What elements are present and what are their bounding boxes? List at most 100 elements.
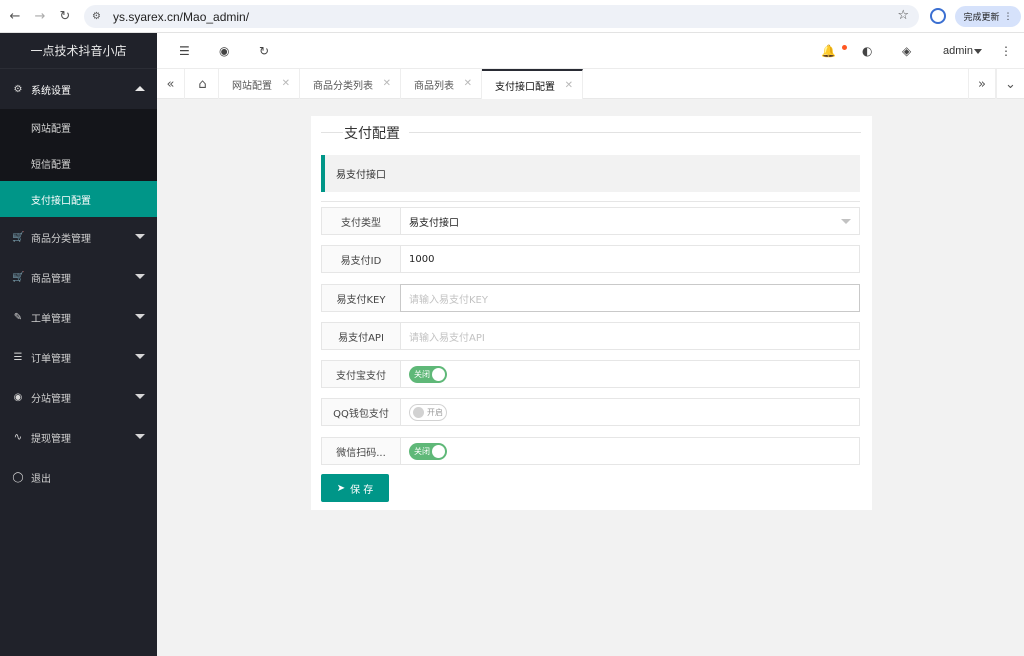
tab-category-list[interactable]: 商品分类列表 ✕ xyxy=(300,69,401,99)
top-header: ☰ ◉ ↻ 🔔 ◐ ◈ admin ⋮ xyxy=(157,33,1024,69)
globe-icon: ◉ xyxy=(13,391,23,403)
chevron-down-icon xyxy=(135,274,145,279)
sidebar-item-label: 商品分类管理 xyxy=(31,233,91,245)
tab-site-config[interactable]: 网站配置 ✕ xyxy=(219,69,300,99)
tab-label: 商品列表 xyxy=(414,80,454,92)
field-label: 微信扫码... xyxy=(321,437,401,465)
globe-icon[interactable]: ◉ xyxy=(219,44,229,58)
field-label: 易支付KEY xyxy=(321,284,401,312)
sidebar-item-withdraw[interactable]: ∿ 提现管理 xyxy=(0,417,157,457)
pay-id-input[interactable]: 1000 xyxy=(400,245,860,273)
wxpay-field: 关闭 xyxy=(400,437,860,465)
sidebar-item-label: 订单管理 xyxy=(31,353,71,365)
sidebar-subitem-site-config[interactable]: 网站配置 xyxy=(0,109,157,145)
tab-label: 网站配置 xyxy=(232,80,272,92)
tabs-scroll-right-icon[interactable]: » xyxy=(968,69,996,99)
more-vert-icon: ⋮ xyxy=(1003,11,1013,22)
bell-icon[interactable]: 🔔 xyxy=(821,44,836,58)
home-icon[interactable]: ⌂ xyxy=(187,69,219,99)
form-row-pay-type: 支付类型 易支付接口 xyxy=(321,207,860,235)
theme-palette-icon[interactable]: ◐ xyxy=(862,44,872,58)
forward-icon[interactable]: → xyxy=(30,6,50,26)
refresh-icon[interactable]: ↻ xyxy=(259,44,269,58)
bookmark-star-icon[interactable]: ☆ xyxy=(897,8,909,23)
save-button-label: 保 存 xyxy=(350,484,374,496)
url-text[interactable]: ys.syarex.cn/Mao_admin/ xyxy=(113,10,249,24)
field-label: QQ钱包支付 xyxy=(321,398,401,426)
tabs-scroll-left-icon[interactable]: « xyxy=(157,69,185,99)
cart-icon: 🛒 xyxy=(12,271,25,283)
sidebar-subitem-payment-config[interactable]: 支付接口配置 xyxy=(0,181,157,217)
save-button[interactable]: ➤ 保 存 xyxy=(321,474,389,502)
field-label: 支付宝支付 xyxy=(321,360,401,388)
back-icon[interactable]: ← xyxy=(5,6,25,26)
sidebar-item-tickets[interactable]: ✎ 工单管理 xyxy=(0,297,157,337)
gear-icon: ⚙ xyxy=(13,83,23,95)
wxpay-toggle[interactable]: 关闭 xyxy=(409,442,447,460)
tabs-menu-chevron-icon[interactable]: ⌄ xyxy=(996,69,1024,99)
shield-icon: ◯ xyxy=(12,471,24,483)
input-placeholder: 请输入易支付API xyxy=(409,332,485,344)
more-vert-icon[interactable]: ⋮ xyxy=(1000,44,1012,58)
divider xyxy=(321,201,860,202)
alipay-field: 关闭 xyxy=(400,360,860,388)
chevron-up-icon xyxy=(135,86,145,91)
tab-goods-list[interactable]: 商品列表 ✕ xyxy=(401,69,482,99)
legend-divider xyxy=(321,132,343,133)
chevron-down-icon xyxy=(135,234,145,239)
close-icon[interactable]: ✕ xyxy=(383,78,391,89)
form-row-qqpay: QQ钱包支付 开启 xyxy=(321,398,860,426)
sidebar-item-category[interactable]: 🛒 商品分类管理 xyxy=(0,217,157,257)
pay-key-input[interactable]: 请输入易支付KEY xyxy=(400,284,860,312)
tag-icon[interactable]: ◈ xyxy=(902,44,911,58)
address-bar[interactable]: ⚙ ys.syarex.cn/Mao_admin/ ☆ xyxy=(84,5,919,28)
chevron-down-icon xyxy=(135,314,145,319)
logo[interactable]: 一点技术抖音小店 xyxy=(0,33,157,69)
field-label: 易支付API xyxy=(321,322,401,350)
toggle-knob xyxy=(432,367,445,381)
sidebar-subitem-sms-config[interactable]: 短信配置 xyxy=(0,145,157,181)
reload-icon[interactable]: ↻ xyxy=(55,6,75,26)
caret-down-icon[interactable] xyxy=(974,49,982,54)
toggle-knob xyxy=(432,444,445,458)
tab-bar: « ⌂ 网站配置 ✕ 商品分类列表 ✕ 商品列表 ✕ 支付接口配置 ✕ » ⌄ xyxy=(157,69,1024,99)
payment-config-card: 支付配置 易支付接口 支付类型 易支付接口 易支付ID 1000 易支付KEY … xyxy=(311,116,872,510)
sidebar-item-orders[interactable]: ☰ 订单管理 xyxy=(0,337,157,377)
update-button-label: 完成更新 xyxy=(963,13,1000,23)
form-row-pay-id: 易支付ID 1000 xyxy=(321,245,860,273)
pay-type-select[interactable]: 易支付接口 xyxy=(400,207,860,235)
update-button[interactable]: 完成更新 ⋮ xyxy=(955,6,1021,27)
sidebar: 一点技术抖音小店 ⚙ 系统设置 网站配置 短信配置 支付接口配置 🛒 商品分类管… xyxy=(0,33,157,656)
close-icon[interactable]: ✕ xyxy=(464,78,472,89)
sidebar-submenu: 网站配置 短信配置 支付接口配置 xyxy=(0,109,157,217)
toggle-knob xyxy=(413,406,424,418)
card-title: 支付配置 xyxy=(344,126,400,142)
legend-divider xyxy=(409,132,861,133)
qqpay-toggle[interactable]: 开启 xyxy=(409,403,447,421)
pay-api-input[interactable]: 请输入易支付API xyxy=(400,322,860,350)
user-menu[interactable]: admin xyxy=(943,45,973,57)
chevron-down-icon xyxy=(135,434,145,439)
profile-icon[interactable] xyxy=(930,8,946,24)
sidebar-item-goods[interactable]: 🛒 商品管理 xyxy=(0,257,157,297)
menu-toggle-icon[interactable]: ☰ xyxy=(179,44,190,58)
sidebar-item-label: 退出 xyxy=(31,473,51,485)
alipay-toggle[interactable]: 关闭 xyxy=(409,365,447,383)
close-icon[interactable]: ✕ xyxy=(565,80,573,91)
sidebar-item-label: 系统设置 xyxy=(31,85,71,97)
sidebar-item-label: 商品管理 xyxy=(31,273,71,285)
toggle-text: 关闭 xyxy=(414,369,430,379)
sidebar-item-system[interactable]: ⚙ 系统设置 xyxy=(0,69,157,109)
close-icon[interactable]: ✕ xyxy=(282,78,290,89)
sidebar-item-label: 提现管理 xyxy=(31,433,71,445)
chevron-down-icon xyxy=(135,394,145,399)
chevron-down-icon xyxy=(135,354,145,359)
tab-label: 支付接口配置 xyxy=(495,81,555,93)
form-row-pay-key: 易支付KEY 请输入易支付KEY xyxy=(321,284,860,312)
tab-payment-config[interactable]: 支付接口配置 ✕ xyxy=(482,69,583,99)
sidebar-item-logout[interactable]: ◯ 退出 xyxy=(0,457,157,497)
sidebar-item-substations[interactable]: ◉ 分站管理 xyxy=(0,377,157,417)
qqpay-field: 开启 xyxy=(400,398,860,426)
form-row-wxpay: 微信扫码... 关闭 xyxy=(321,437,860,465)
site-info-icon[interactable]: ⚙ xyxy=(92,11,106,22)
